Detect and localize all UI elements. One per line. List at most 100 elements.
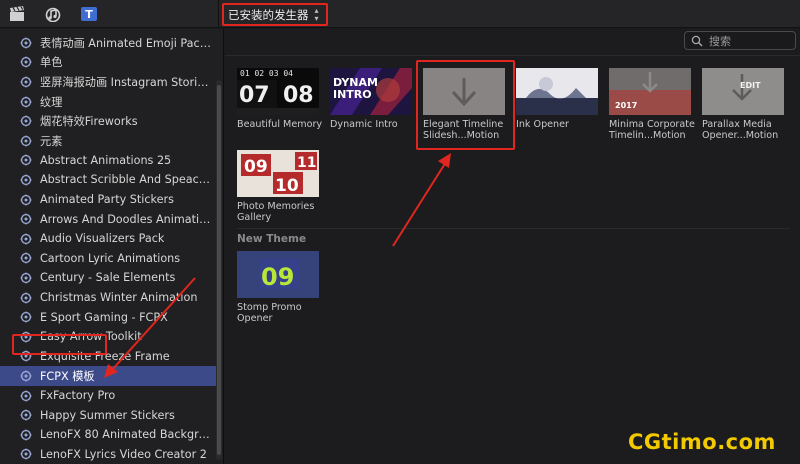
- generator-folder-icon: [20, 390, 32, 402]
- library-dropdown[interactable]: 已安装的发生器 ▴ ▾: [222, 3, 328, 26]
- sidebar-item[interactable]: Christmas Winter Animation: [0, 288, 216, 308]
- top-toolbar: T 已安装的发生器 ▴ ▾: [0, 0, 800, 28]
- sidebar-item-label: Abstract Animations 25: [40, 153, 172, 167]
- watermark-text: CGtimo.com: [628, 430, 776, 454]
- section-divider: [237, 228, 790, 229]
- tile-caption: Beautiful Memory: [237, 119, 323, 130]
- svg-text:T: T: [85, 8, 93, 21]
- tile-caption: Minima Corporate Timelin...Motion: [609, 119, 695, 141]
- sidebar-item-label: 单色: [40, 56, 63, 70]
- generator-folder-icon: [20, 409, 32, 421]
- sidebar-item[interactable]: Arrows And Doodles Animations: [0, 209, 216, 229]
- sidebar-item[interactable]: Happy Summer Stickers: [0, 405, 216, 425]
- generator-folder-icon: [20, 56, 32, 68]
- thumb-text: INTRO: [333, 88, 372, 101]
- tile-caption: Photo Memories Gallery: [237, 201, 315, 223]
- thumb-text: 09: [261, 263, 294, 291]
- generator-folder-icon: [20, 174, 32, 186]
- titles-icon[interactable]: T: [80, 6, 98, 22]
- tile-thumbnail: 2017: [609, 68, 691, 115]
- thumb-text: EDIT: [740, 81, 761, 90]
- sidebar-item[interactable]: 竖屏海报动画 Instagram Storie...: [0, 72, 216, 92]
- tile-caption: Dynamic Intro: [330, 119, 398, 130]
- tile-thumbnail: 09 11 10: [237, 150, 319, 197]
- thumb-text: 07: [239, 83, 270, 108]
- sidebar-item-label: 烟花特效Fireworks: [40, 115, 138, 129]
- updown-chevron-icon: ▴ ▾: [314, 5, 319, 23]
- sidebar-item-label: Happy Summer Stickers: [40, 408, 175, 422]
- sidebar-item-label: FxFactory Pro: [40, 389, 116, 403]
- generator-folder-icon: [20, 370, 32, 382]
- sidebar-item[interactable]: 纹理: [0, 92, 216, 112]
- tile-thumbnail: 09: [237, 251, 319, 298]
- sidebar-item[interactable]: FxFactory Pro: [0, 386, 216, 406]
- sidebar-item[interactable]: 单色: [0, 53, 216, 73]
- search-icon: [691, 35, 703, 47]
- sidebar-item[interactable]: 烟花特效Fireworks: [0, 111, 216, 131]
- selected-item-highlight-box: [12, 334, 107, 355]
- generator-folder-icon: [20, 213, 32, 225]
- toolbar-divider: [218, 0, 219, 28]
- generator-folder-icon: [20, 76, 32, 88]
- generator-folder-icon: [20, 292, 32, 304]
- tile-caption: Stomp Promo Opener: [237, 302, 302, 324]
- generator-folder-icon: [20, 448, 32, 460]
- tile-caption: Parallax Media Opener...Motion: [702, 119, 779, 141]
- tile-thumbnail: [516, 68, 598, 115]
- generator-folder-icon: [20, 233, 32, 245]
- sidebar-item[interactable]: E Sport Gaming - FCPX: [0, 307, 216, 327]
- generator-folder-icon: [20, 429, 32, 441]
- sidebar-item-label: 表情动画 Animated Emoji Pack...: [40, 36, 212, 50]
- thumb-text: 2017: [615, 101, 637, 110]
- generator-folder-icon: [20, 115, 32, 127]
- sidebar-item-label: E Sport Gaming - FCPX: [40, 310, 168, 324]
- sidebar-item[interactable]: LenoFX 80 Animated Backgrou...: [0, 425, 216, 445]
- sidebar-item[interactable]: Cartoon Lyric Animations: [0, 249, 216, 269]
- library-dropdown-label: 已安装的发生器: [228, 7, 309, 22]
- sidebar-item-label: Arrows And Doodles Animations: [40, 212, 212, 226]
- sidebar-scrollbar-thumb[interactable]: [217, 85, 221, 455]
- generator-folder-icon: [20, 252, 32, 264]
- sidebar-item[interactable]: Century - Sale Elements: [0, 268, 216, 288]
- music-notes-icon[interactable]: [44, 6, 62, 22]
- thumb-text: 09: [244, 157, 268, 177]
- thumb-text: 08: [283, 83, 314, 108]
- tile-caption: Ink Opener: [516, 119, 569, 130]
- search-field[interactable]: 搜索: [684, 31, 796, 50]
- sidebar-item-label: 元素: [40, 134, 63, 148]
- selected-tile-highlight-box: [416, 60, 515, 150]
- sidebar-item-label: 纹理: [40, 95, 63, 109]
- sidebar-item-label: Christmas Winter Animation: [40, 291, 198, 305]
- sidebar-item-label: Animated Party Stickers: [40, 193, 174, 207]
- sidebar-item-label: FCPX 模板: [40, 369, 95, 383]
- sidebar-item-label: Audio Visualizers Pack: [40, 232, 165, 246]
- search-placeholder: 搜索: [709, 34, 731, 48]
- header-divider: [225, 55, 800, 56]
- generator-folder-icon: [20, 96, 32, 108]
- thumb-text: 01 02 03 04: [240, 69, 293, 78]
- sidebar-item[interactable]: Animated Party Stickers: [0, 190, 216, 210]
- sidebar-item-label: 竖屏海报动画 Instagram Storie...: [40, 75, 212, 89]
- tile-thumbnail: DYNAM INTRO: [330, 68, 412, 115]
- tile-thumbnail: EDIT: [702, 68, 784, 115]
- sidebar-item[interactable]: Abstract Animations 25: [0, 151, 216, 171]
- sidebar-item[interactable]: LenoFX Lyrics Video Creator 2: [0, 445, 216, 464]
- sidebar-item[interactable]: Abstract Scribble And Speach...: [0, 170, 216, 190]
- clapperboard-icon[interactable]: [8, 6, 26, 22]
- sidebar-item-label: Century - Sale Elements: [40, 271, 176, 285]
- generator-sidebar: 表情动画 Animated Emoji Pack... 单色竖屏海报动画 Inst…: [0, 29, 224, 464]
- sidebar-item-label: Abstract Scribble And Speach...: [40, 173, 212, 187]
- generator-folder-icon: [20, 311, 32, 323]
- sidebar-item-label: Cartoon Lyric Animations: [40, 251, 181, 265]
- sidebar-item[interactable]: FCPX 模板: [0, 366, 216, 386]
- generator-folder-icon: [20, 154, 32, 166]
- thumb-text: 11: [297, 155, 316, 171]
- sidebar-item[interactable]: 元素: [0, 131, 216, 151]
- thumb-text: 10: [275, 176, 299, 196]
- generator-folder-icon: [20, 37, 32, 49]
- generator-folder-icon: [20, 194, 32, 206]
- sidebar-item[interactable]: 表情动画 Animated Emoji Pack...: [0, 33, 216, 53]
- sidebar-item-label: LenoFX 80 Animated Backgrou...: [40, 428, 212, 442]
- sidebar-item[interactable]: Audio Visualizers Pack: [0, 229, 216, 249]
- generator-folder-icon: [20, 272, 32, 284]
